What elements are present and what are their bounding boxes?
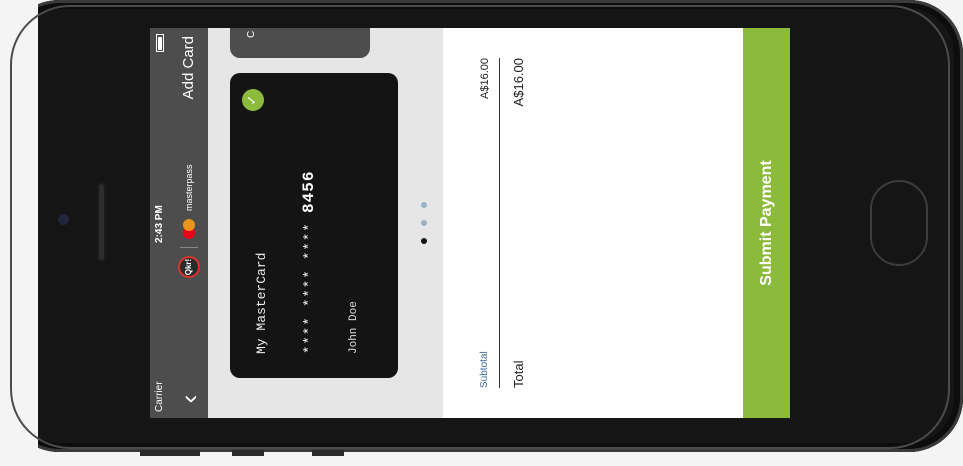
qkr-logo: Qkr!	[178, 256, 200, 278]
card-carousel[interactable]: My MasterCard **** **** **** 8456 John D…	[208, 28, 443, 418]
total-value: A$16.00	[511, 58, 526, 107]
next-card-char: C	[246, 30, 257, 38]
page-indicator[interactable]	[414, 28, 432, 418]
masterpass-label: masterpass	[184, 164, 194, 211]
page-dot[interactable]	[421, 238, 427, 245]
logo-divider	[180, 247, 198, 248]
carrier-label: Carrier	[154, 381, 165, 412]
total-row: Total A$16.00	[511, 58, 531, 388]
subtotal-row: Subtotal A$16.00	[479, 58, 497, 388]
brand-logos: Qkr! masterpass	[176, 164, 202, 278]
home-button[interactable]	[870, 180, 928, 266]
battery-icon	[156, 34, 164, 52]
chevron-left-icon[interactable]: ‹	[174, 384, 204, 414]
page-dot[interactable]	[421, 220, 427, 226]
volume-button	[312, 450, 344, 456]
mastercard-logo-icon	[183, 219, 195, 239]
order-summary: Subtotal A$16.00 Total A$16.00	[443, 28, 743, 418]
app-portrait: Carrier 2:43 PM ‹ Qkr! masterpass Add Ca…	[150, 28, 790, 418]
phone-screen: Carrier 2:43 PM ‹ Qkr! masterpass Add Ca…	[150, 28, 790, 418]
status-time: 2:43 PM	[154, 205, 165, 243]
card-number: **** **** **** 8456	[300, 171, 318, 354]
front-camera-icon	[58, 214, 69, 225]
card-last4: 8456	[300, 170, 318, 213]
submit-payment-button[interactable]: Submit Payment	[743, 28, 790, 418]
card-holder: John Doe	[348, 301, 360, 354]
volume-button	[140, 450, 200, 456]
payment-card[interactable]: My MasterCard **** **** **** 8456 John D…	[230, 73, 398, 378]
card-name: My MasterCard	[254, 252, 269, 354]
nav-bar: ‹ Qkr! masterpass Add Card	[170, 28, 208, 418]
page-dot[interactable]	[421, 201, 427, 208]
card-number-masked: **** **** ****	[302, 222, 318, 354]
total-label: Total	[511, 360, 526, 388]
check-icon: ✓	[242, 89, 264, 111]
phone-frame: Carrier 2:43 PM ‹ Qkr! masterpass Add Ca…	[0, 0, 963, 452]
status-bar: Carrier 2:43 PM	[150, 28, 170, 418]
add-card-button[interactable]: Add Card	[170, 36, 208, 99]
summary-divider	[499, 58, 500, 388]
next-payment-card[interactable]: C * J	[230, 28, 370, 58]
earpiece-speaker	[97, 182, 106, 262]
subtotal-value: A$16.00	[479, 58, 491, 99]
subtotal-label: Subtotal	[479, 351, 490, 388]
volume-button	[232, 450, 264, 456]
